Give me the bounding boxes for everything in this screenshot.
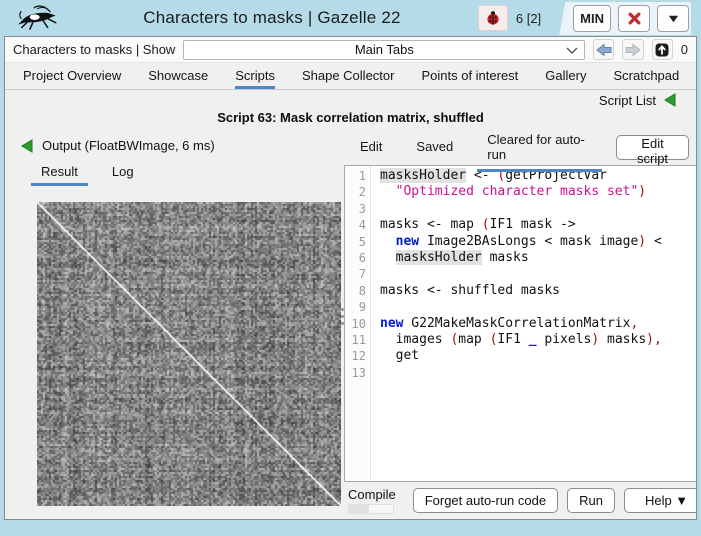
script-list-row: Script List <box>5 90 696 110</box>
code-line[interactable]: masks <- map (IF1 mask -> <box>380 217 696 233</box>
editor-panel: EditSavedCleared for auto-runEdit script… <box>344 130 697 519</box>
tab-project-overview[interactable]: Project Overview <box>23 63 121 89</box>
tab-scripts[interactable]: Scripts <box>235 63 275 89</box>
compile-progress <box>348 504 394 514</box>
output-title: Output (FloatBWImage, 6 ms) <box>42 138 215 153</box>
window-menu-button[interactable] <box>657 5 689 32</box>
close-button[interactable] <box>618 5 650 32</box>
chevron-down-icon <box>667 12 680 25</box>
editor-tab-cleared-for-auto-run[interactable]: Cleared for auto-run <box>477 124 602 172</box>
output-panel: Output (FloatBWImage, 6 ms) Result Log <box>5 130 341 519</box>
app-window: Characters to masks | Gazelle 22 6 [2] M… <box>0 0 701 536</box>
titlebar: Characters to masks | Gazelle 22 6 [2] M… <box>4 0 697 36</box>
code-line[interactable] <box>380 266 696 282</box>
tab-scratchpad[interactable]: Scratchpad <box>613 63 679 89</box>
output-collapse-icon[interactable] <box>21 139 33 153</box>
ladybug-icon <box>485 10 501 26</box>
editor-scrollbar[interactable] <box>696 166 697 481</box>
tab-points-of-interest[interactable]: Points of interest <box>421 63 518 89</box>
output-tab-result[interactable]: Result <box>31 161 88 186</box>
code-line[interactable]: masksHolder masks <box>380 250 696 266</box>
editor-bottom-bar: Compile Forget auto-run code Run Help ▼ <box>344 482 697 519</box>
code-line[interactable]: images (map (IF1 _ pixels) masks), <box>380 332 696 348</box>
main-split: Output (FloatBWImage, 6 ms) Result Log Ed… <box>5 130 696 519</box>
main-tabs-dropdown[interactable]: Main Tabs <box>183 40 585 60</box>
output-tab-log[interactable]: Log <box>102 161 144 186</box>
script-list-collapse-icon[interactable] <box>664 93 676 107</box>
tab-gallery[interactable]: Gallery <box>545 63 586 89</box>
back-button[interactable] <box>593 39 614 60</box>
debug-button[interactable] <box>478 5 508 31</box>
help-button[interactable]: Help ▼ <box>624 488 697 513</box>
tab-shape-collector[interactable]: Shape Collector <box>302 63 395 89</box>
editor-tab-saved[interactable]: Saved <box>406 131 463 164</box>
toolbar: Characters to masks | Show Main Tabs <box>5 37 696 63</box>
window-title: Characters to masks | Gazelle 22 <box>66 8 478 28</box>
forward-button[interactable] <box>622 39 643 60</box>
code-lines[interactable]: masksHolder <- (getProjectVar "Optimized… <box>371 166 696 481</box>
history-counter: 0 <box>681 42 688 57</box>
forget-autorun-button[interactable]: Forget auto-run code <box>413 488 558 513</box>
code-line[interactable]: new Image2BAsLongs < mask image) < <box>380 234 696 250</box>
minimize-button[interactable]: MIN <box>573 5 611 32</box>
edit-script-button[interactable]: Edit script <box>616 135 689 160</box>
script-list-label: Script List <box>599 93 656 108</box>
up-button[interactable] <box>652 39 673 60</box>
chevron-down-icon <box>566 47 578 55</box>
code-editor[interactable]: 12345678910111213 masksHolder <- (getPro… <box>344 165 697 482</box>
code-line[interactable]: masks <- shuffled masks <box>380 283 696 299</box>
editor-tab-bar: EditSavedCleared for auto-runEdit script <box>344 130 697 165</box>
code-line[interactable] <box>380 365 696 381</box>
run-button[interactable]: Run <box>567 488 615 513</box>
compile-label: Compile <box>348 487 396 502</box>
result-image <box>37 202 341 506</box>
code-line[interactable]: get <box>380 348 696 364</box>
bug-count: 6 [2] <box>516 11 541 26</box>
forward-arrow-icon <box>625 43 641 57</box>
editor-tab-edit[interactable]: Edit <box>350 131 392 164</box>
tab-showcase[interactable]: Showcase <box>148 63 208 89</box>
close-icon <box>627 11 642 26</box>
up-arrow-icon <box>654 42 670 58</box>
main-tab-bar: Project Overview Showcase Scripts Shape Col… <box>5 63 696 90</box>
back-arrow-icon <box>596 43 612 57</box>
code-line[interactable] <box>380 201 696 217</box>
gazelle-logo-icon <box>10 3 66 33</box>
code-line[interactable] <box>380 299 696 315</box>
code-line[interactable]: new G22MakeMaskCorrelationMatrix, <box>380 316 696 332</box>
output-tab-bar: Result Log <box>5 155 341 186</box>
content-area: Characters to masks | Show Main Tabs <box>4 36 697 520</box>
dropdown-value: Main Tabs <box>184 42 584 57</box>
show-label: Characters to masks | Show <box>13 42 175 57</box>
line-number-gutter: 12345678910111213 <box>345 166 371 481</box>
code-line[interactable]: "Optimized character masks set") <box>380 184 696 200</box>
